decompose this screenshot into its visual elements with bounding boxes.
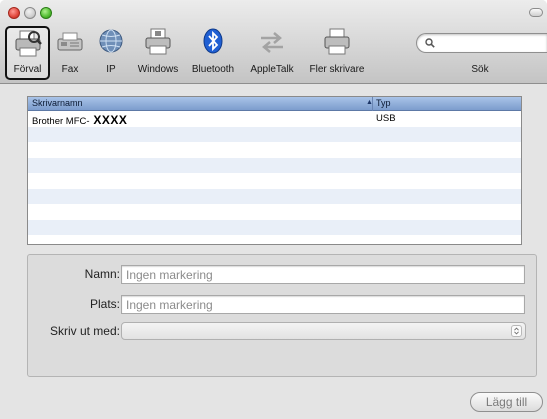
search-input[interactable]: [416, 33, 547, 53]
add-printer-window: Förval Fax IP Windows Bluetooth AppleTal…: [0, 0, 547, 419]
toolbar-item-more-printers[interactable]: Fler skrivare: [304, 26, 370, 80]
column-header-type[interactable]: Typ: [376, 98, 391, 108]
search-label: Sök: [471, 64, 489, 75]
name-field[interactable]: Ingen markering: [121, 265, 525, 284]
zoom-window-button[interactable]: [40, 7, 52, 19]
add-button[interactable]: Lägg till: [470, 392, 543, 412]
location-label: Plats:: [89, 297, 120, 311]
magnifier-icon: [425, 38, 435, 48]
toolbar-label-appletalk: AppleTalk: [250, 64, 294, 75]
toolbar-label-default: Förval: [13, 64, 42, 75]
printer-name-cell: Brother MFC- XXXX: [32, 113, 127, 127]
printer-default-icon: [15, 30, 42, 57]
toolbar-label-more-printers: Fler skrivare: [309, 64, 365, 75]
close-window-button[interactable]: [8, 7, 20, 19]
toolbar-label-fax: Fax: [61, 64, 79, 75]
toolbar-item-default[interactable]: Förval: [5, 26, 50, 80]
appletalk-arrows-icon: [261, 32, 283, 53]
fax-icon: [57, 32, 83, 51]
toolbar: Förval Fax IP Windows Bluetooth AppleTal…: [0, 0, 547, 84]
more-printers-icon: [324, 28, 350, 55]
printer-type-cell: USB: [376, 113, 396, 124]
printer-name-prefix: Brother MFC-: [32, 116, 90, 127]
location-field[interactable]: Ingen markering: [121, 295, 525, 314]
globe-icon: [99, 29, 123, 53]
column-divider[interactable]: [372, 97, 373, 111]
printer-row[interactable]: Brother MFC- XXXX USB: [28, 111, 521, 127]
printer-list-header: Skrivarnamn ▲ Typ: [28, 97, 521, 111]
empty-row: [28, 142, 521, 158]
toolbar-item-fax[interactable]: Fax: [53, 26, 87, 80]
toolbar-label-windows: Windows: [137, 64, 179, 75]
empty-row: [28, 126, 521, 142]
printer-model-placeholder: XXXX: [89, 113, 128, 127]
toolbar-item-bluetooth[interactable]: Bluetooth: [186, 26, 240, 80]
printer-list-rows: Brother MFC- XXXX USB: [28, 111, 521, 244]
empty-row: [28, 157, 521, 173]
empty-row: [28, 219, 521, 235]
select-updown-icon: [511, 325, 522, 337]
empty-row: [28, 188, 521, 204]
empty-row: [28, 173, 521, 189]
toolbar-item-ip[interactable]: IP: [95, 26, 127, 80]
empty-row: [28, 204, 521, 220]
printer-list: Skrivarnamn ▲ Typ Brother MFC- XXXX USB: [27, 96, 522, 245]
column-header-printer-name[interactable]: Skrivarnamn: [32, 98, 83, 108]
toolbar-toggle-button[interactable]: [529, 8, 543, 17]
toolbar-item-appletalk[interactable]: AppleTalk: [244, 26, 300, 80]
minimize-window-button[interactable]: [24, 7, 36, 19]
empty-row: [28, 235, 521, 244]
print-using-label: Skriv ut med:: [49, 324, 120, 338]
toolbar-label-ip: IP: [106, 64, 116, 75]
windows-printer-icon: [145, 28, 171, 55]
print-using-select[interactable]: [121, 322, 526, 340]
toolbar-item-windows[interactable]: Windows: [133, 26, 183, 80]
name-label: Namn:: [84, 267, 120, 281]
bluetooth-icon: [203, 28, 223, 54]
toolbar-label-bluetooth: Bluetooth: [191, 64, 235, 75]
printer-details-panel: Namn: Ingen markering Plats: Ingen marke…: [27, 254, 537, 377]
